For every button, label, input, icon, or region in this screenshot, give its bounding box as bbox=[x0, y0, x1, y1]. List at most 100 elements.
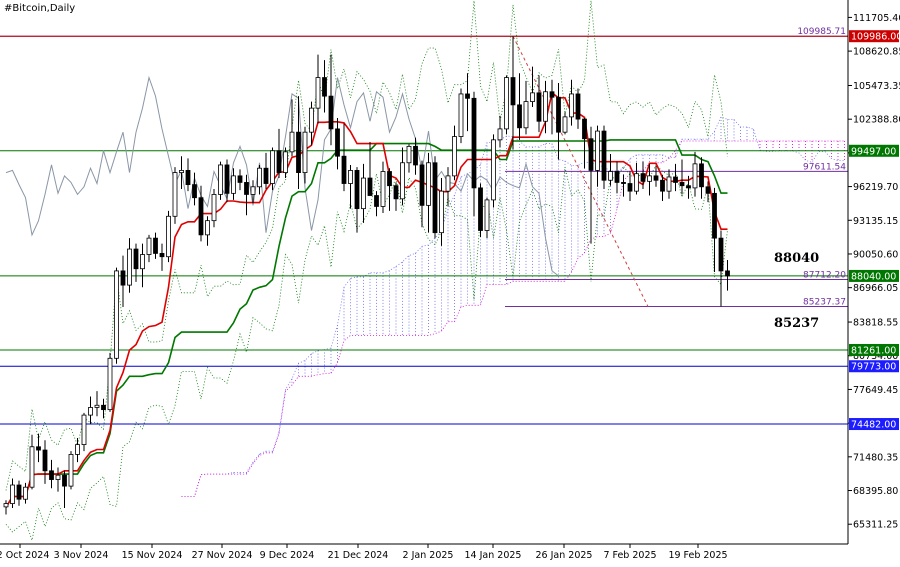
candle-body bbox=[725, 270, 730, 277]
candle-body bbox=[601, 130, 607, 181]
y-tick-label: 108620.85 bbox=[853, 47, 900, 58]
x-tick-label: 2 Jan 2025 bbox=[403, 550, 454, 561]
x-tick-label: 22 Oct 2024 bbox=[0, 550, 49, 561]
price-tag: 99497.00 bbox=[849, 144, 899, 157]
candle-body bbox=[263, 167, 269, 184]
candle-body bbox=[569, 93, 574, 118]
price-tag: 79773.00 bbox=[849, 360, 899, 373]
price-tag-text: 81261.00 bbox=[851, 345, 896, 356]
candle-body bbox=[686, 185, 691, 189]
candle-body bbox=[705, 186, 711, 194]
candle-body bbox=[81, 414, 87, 445]
candle-body bbox=[562, 116, 568, 133]
x-tick-label: 19 Feb 2025 bbox=[668, 550, 727, 561]
candle-body bbox=[289, 131, 295, 153]
candle-body bbox=[36, 446, 41, 451]
candle-body bbox=[250, 186, 256, 195]
x-tick-label: 26 Jan 2025 bbox=[536, 550, 593, 561]
x-axis: 22 Oct 2024 3 Nov 2024 15 Nov 2024 27 Nov 2… bbox=[0, 544, 728, 561]
candle-body bbox=[55, 474, 61, 480]
candle-body bbox=[192, 184, 197, 199]
candle bbox=[458, 88, 464, 144]
candle-body bbox=[439, 190, 444, 234]
candle-body bbox=[452, 136, 457, 177]
candle-body bbox=[491, 139, 496, 201]
chart-title: #Bitcoin,Daily bbox=[4, 3, 75, 14]
candle-body bbox=[653, 175, 659, 181]
candle-body bbox=[478, 187, 483, 231]
candle-body bbox=[712, 192, 717, 239]
candle-body bbox=[16, 484, 22, 500]
candle-body bbox=[62, 474, 67, 487]
candle-body bbox=[257, 167, 262, 188]
level-line-label: 85237.37 bbox=[803, 298, 846, 308]
candle bbox=[504, 75, 509, 135]
y-tick-label: 65311.25 bbox=[853, 520, 898, 531]
price-chart[interactable]: 109985.71 97611.54 87712.20 85237.37 111705… bbox=[0, 0, 900, 567]
price-tag-text: 99497.00 bbox=[851, 146, 896, 157]
price-tag-text: 109986.00 bbox=[851, 32, 900, 43]
y-tick-label: 71480.35 bbox=[853, 452, 898, 463]
candle bbox=[172, 167, 178, 224]
candle-body bbox=[523, 101, 529, 129]
candle-body bbox=[484, 199, 490, 231]
candle-body bbox=[497, 128, 503, 141]
candle bbox=[218, 161, 223, 200]
candle-body bbox=[120, 270, 126, 286]
candle-body bbox=[29, 446, 35, 488]
price-tag-text: 88040.00 bbox=[851, 271, 896, 282]
candle-body bbox=[549, 91, 555, 98]
candle-body bbox=[276, 150, 282, 173]
candle bbox=[68, 451, 74, 490]
candle-body bbox=[315, 77, 321, 109]
candle-body bbox=[140, 254, 145, 270]
x-tick-label: 3 Nov 2024 bbox=[54, 550, 109, 561]
candle-body bbox=[172, 172, 178, 217]
candle-body bbox=[543, 91, 548, 122]
candle-body bbox=[270, 150, 275, 184]
candle-body bbox=[426, 162, 431, 206]
candle-body bbox=[465, 93, 470, 99]
candle-body bbox=[536, 92, 542, 122]
y-tick-label: 111705.40 bbox=[853, 13, 900, 24]
candle-body bbox=[393, 185, 399, 200]
candle-body bbox=[504, 77, 509, 130]
candle-body bbox=[673, 176, 678, 183]
candle bbox=[478, 183, 483, 238]
candle-body bbox=[205, 220, 210, 236]
candle-body bbox=[283, 151, 288, 173]
candle-body bbox=[367, 177, 373, 196]
candle-body bbox=[224, 164, 230, 194]
candle-body bbox=[3, 503, 9, 508]
candle-body bbox=[471, 97, 477, 189]
x-tick-label: 7 Feb 2025 bbox=[603, 550, 656, 561]
candle-body bbox=[640, 173, 646, 182]
y-tick-label: 86966.05 bbox=[853, 283, 898, 294]
price-tag: 81261.00 bbox=[849, 343, 899, 356]
level-line-label: 97611.54 bbox=[803, 162, 846, 172]
x-tick-label: 14 Jan 2025 bbox=[465, 550, 522, 561]
y-tick-label: 68395.80 bbox=[853, 486, 898, 497]
y-tick-label: 90050.60 bbox=[853, 249, 898, 260]
y-tick-label: 77649.45 bbox=[853, 385, 898, 396]
candle-body bbox=[341, 155, 347, 184]
candle-body bbox=[218, 164, 223, 195]
candle-body bbox=[198, 197, 204, 236]
candle-body bbox=[406, 145, 412, 164]
candle-body bbox=[211, 194, 217, 222]
candle-body bbox=[621, 182, 626, 184]
x-tick-label: 21 Dec 2024 bbox=[328, 550, 389, 561]
candle-body bbox=[413, 145, 418, 166]
candle bbox=[107, 352, 113, 412]
price-tag-text: 79773.00 bbox=[851, 362, 896, 373]
candle-body bbox=[328, 95, 334, 130]
x-tick-label: 27 Nov 2024 bbox=[192, 550, 253, 561]
candle-body bbox=[361, 177, 366, 210]
candle-body bbox=[679, 182, 685, 187]
price-tag: 74482.00 bbox=[849, 418, 899, 431]
level-line-label: 109985.71 bbox=[797, 27, 846, 37]
candle-body bbox=[530, 92, 535, 102]
candle bbox=[491, 134, 496, 208]
candle-body bbox=[699, 163, 704, 188]
annotation-resistance: 88040 bbox=[774, 251, 819, 266]
